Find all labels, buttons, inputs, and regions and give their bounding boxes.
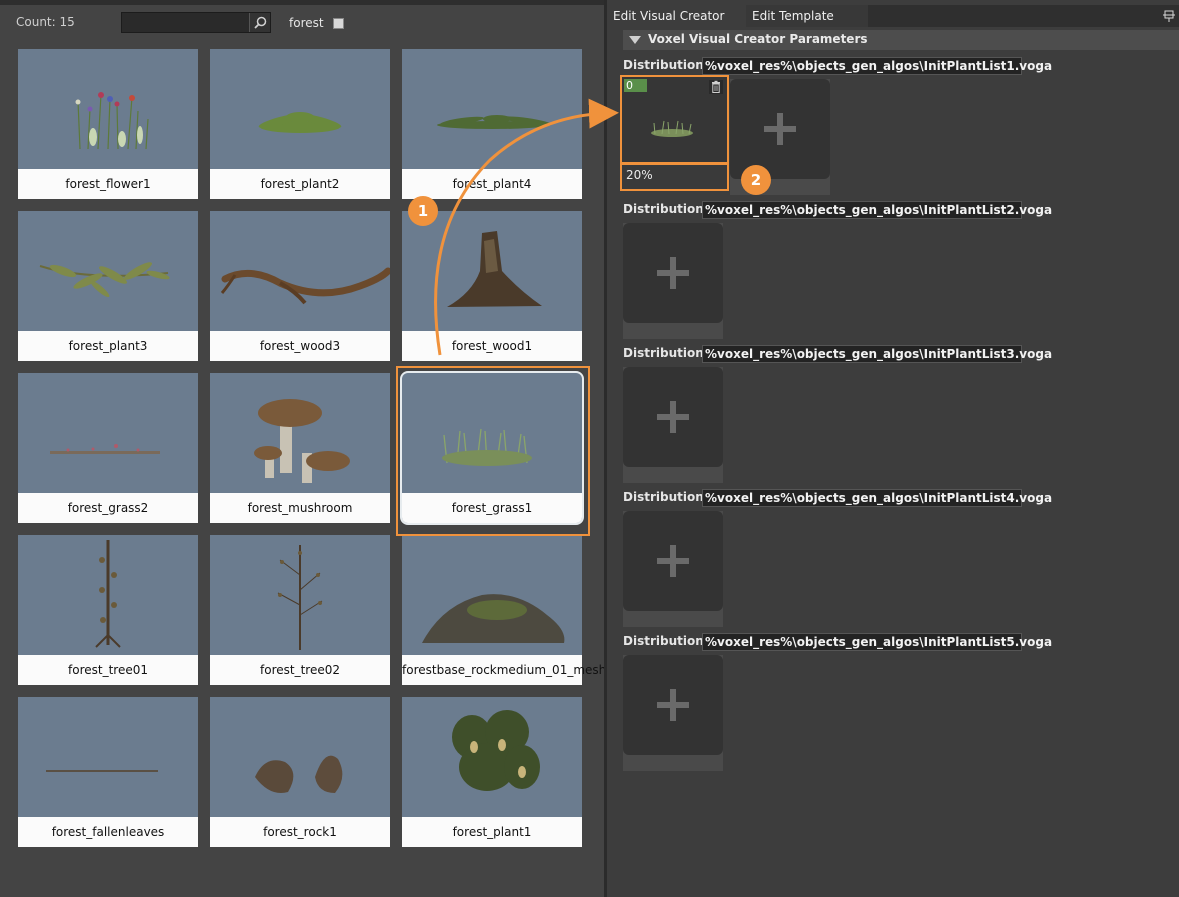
drag-arrow-annotation <box>434 98 619 356</box>
step-badge-1: 1 <box>408 196 438 226</box>
step-badge-2: 2 <box>741 165 771 195</box>
